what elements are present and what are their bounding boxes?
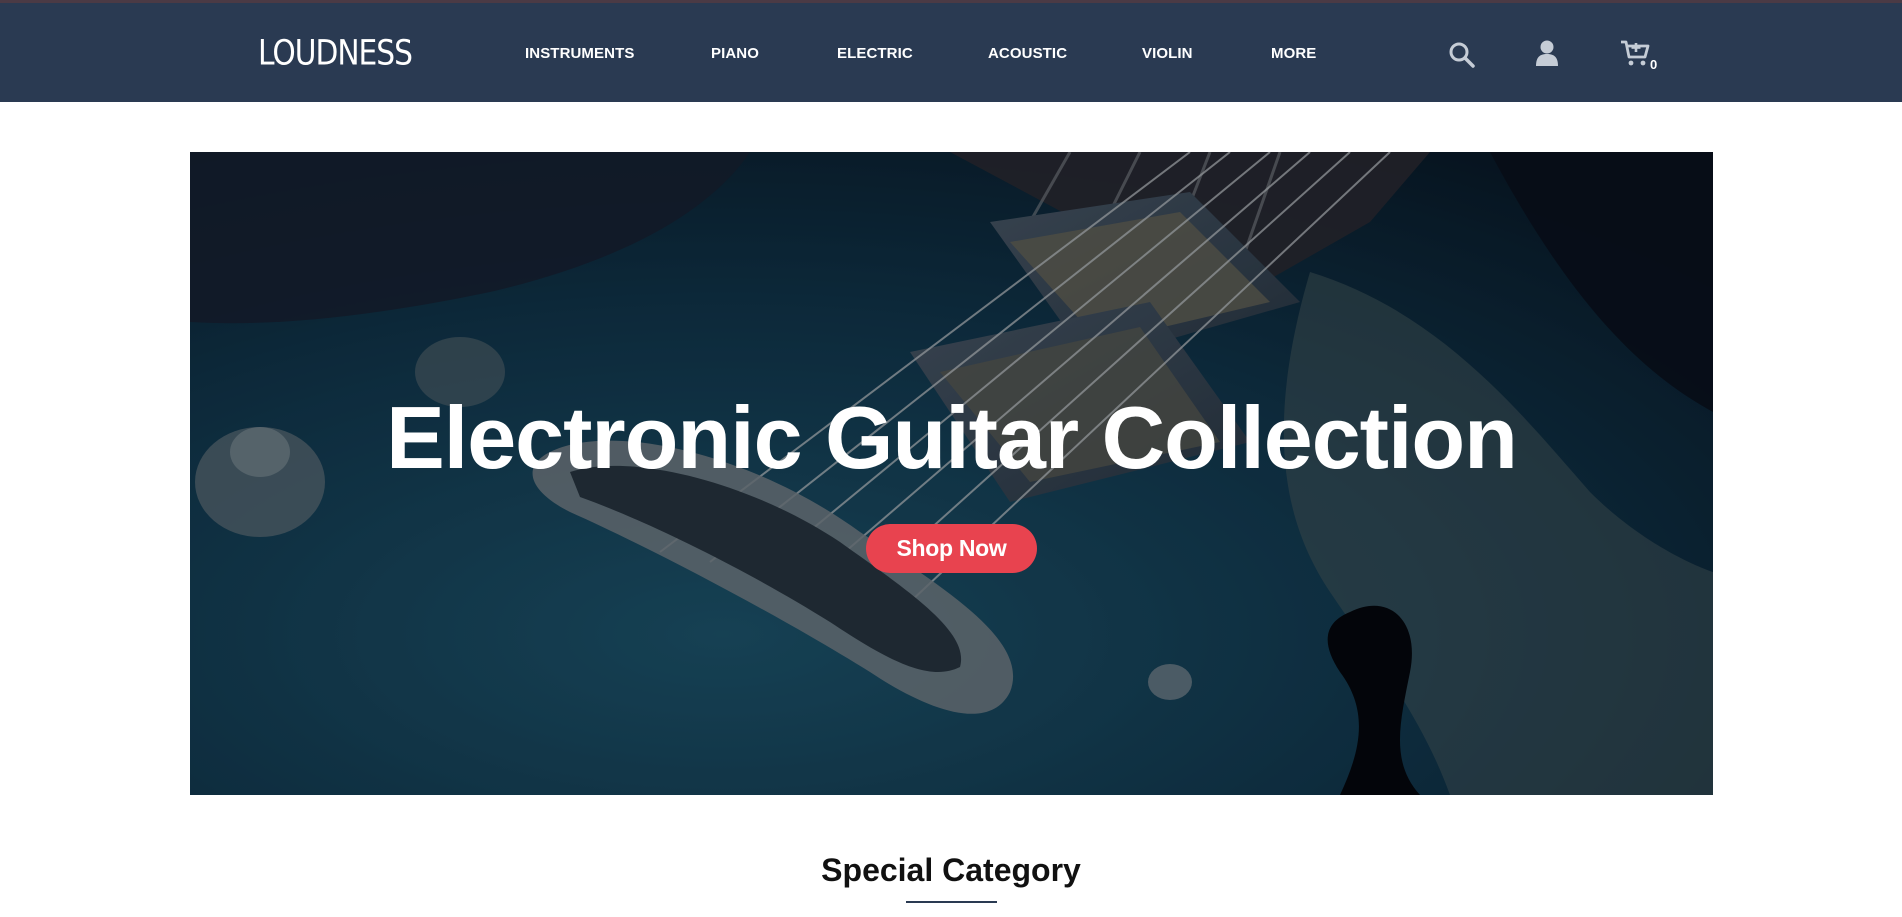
hero-title: Electronic Guitar Collection [386,388,1518,487]
section-title-underline [906,901,997,903]
search-icon[interactable] [1448,41,1476,74]
section-title: Special Category [821,852,1081,888]
shop-now-button[interactable]: Shop Now [866,524,1037,573]
cart-icon[interactable] [1620,39,1650,72]
user-icon[interactable] [1535,39,1559,72]
nav-piano[interactable]: PIANO [711,45,759,62]
nav-acoustic[interactable]: ACOUSTIC [988,45,1067,62]
site-logo[interactable]: LOUDNESS [258,32,413,73]
nav-electric[interactable]: ELECTRIC [837,45,913,62]
top-navbar: LOUDNESS INSTRUMENTS PIANO ELECTRIC ACOU… [0,3,1902,102]
hero-banner: Electronic Guitar Collection Shop Now [190,152,1713,795]
nav-violin[interactable]: VIOLIN [1142,45,1193,62]
nav-more[interactable]: MORE [1271,45,1316,62]
nav-instruments[interactable]: INSTRUMENTS [525,45,634,62]
cart-count-badge: 0 [1650,57,1658,72]
